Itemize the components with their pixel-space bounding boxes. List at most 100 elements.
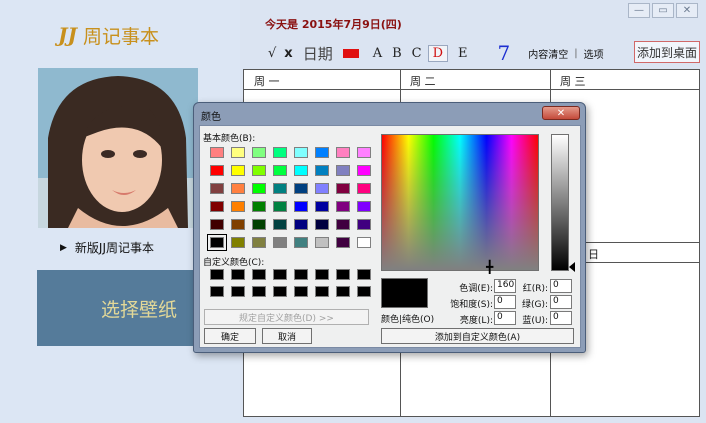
basic-color-swatch[interactable] [336, 237, 350, 248]
date-button[interactable]: 日期 [303, 43, 333, 64]
slider-arrow-icon[interactable] [569, 262, 575, 272]
basic-color-swatch[interactable] [210, 165, 224, 176]
basic-color-swatch[interactable] [207, 234, 227, 251]
basic-color-swatch[interactable] [315, 201, 329, 212]
green-input[interactable]: 0 [550, 295, 572, 309]
basic-color-swatch[interactable] [315, 165, 329, 176]
basic-color-swatch[interactable] [210, 147, 224, 158]
color-c-button[interactable]: C [412, 46, 422, 61]
custom-color-swatch[interactable] [294, 286, 308, 297]
basic-color-swatch[interactable] [231, 147, 245, 158]
ok-button[interactable]: 确定 [204, 328, 256, 344]
color-a-button[interactable]: A [373, 46, 382, 61]
custom-color-swatch[interactable] [357, 286, 371, 297]
basic-color-swatch[interactable] [252, 147, 266, 158]
basic-color-swatch[interactable] [210, 201, 224, 212]
basic-color-swatch[interactable] [273, 219, 287, 230]
color-dialog: 颜色 ✕ 基本颜色(B): 自定义颜色(C): 规定自定义颜色(D) >> 确定… [193, 102, 586, 353]
basic-color-swatch[interactable] [357, 219, 371, 230]
custom-color-swatch[interactable] [315, 286, 329, 297]
options-button[interactable]: 选项 [584, 46, 604, 61]
luminance-slider[interactable] [551, 134, 569, 271]
custom-colors-label: 自定义颜色(C): [203, 258, 265, 268]
basic-color-swatch[interactable] [294, 201, 308, 212]
custom-color-swatch[interactable] [210, 269, 224, 280]
basic-color-swatch[interactable] [273, 147, 287, 158]
saturation-input[interactable]: 0 [494, 295, 516, 309]
maximize-icon[interactable]: ▭ [652, 3, 674, 18]
basic-color-swatch[interactable] [294, 237, 308, 248]
basic-color-swatch[interactable] [252, 183, 266, 194]
basic-color-swatch[interactable] [273, 183, 287, 194]
basic-color-swatch[interactable] [252, 201, 266, 212]
basic-color-swatch[interactable] [315, 183, 329, 194]
cancel-button[interactable]: 取消 [262, 328, 312, 344]
grid-line [244, 89, 699, 90]
custom-color-swatch[interactable] [336, 286, 350, 297]
hue-input[interactable]: 160 [494, 279, 516, 293]
luminance-input[interactable]: 0 [494, 311, 516, 325]
check-button[interactable]: √ [268, 46, 276, 61]
dialog-close-button[interactable]: ✕ [542, 106, 580, 120]
define-custom-colors-button[interactable]: 规定自定义颜色(D) >> [204, 309, 369, 325]
custom-color-swatch[interactable] [273, 286, 287, 297]
blue-input[interactable]: 0 [550, 311, 572, 325]
clear-content-button[interactable]: 内容清空 [528, 46, 568, 61]
basic-color-swatch[interactable] [357, 165, 371, 176]
custom-color-swatch[interactable] [336, 269, 350, 280]
color-spectrum[interactable] [381, 134, 539, 271]
saturation-label: 饱和度(S): [450, 300, 493, 310]
basic-color-swatch[interactable] [336, 183, 350, 194]
add-to-desktop-button[interactable]: 添加到桌面 [634, 41, 700, 63]
close-x-button[interactable]: x [284, 46, 292, 61]
custom-color-swatch[interactable] [357, 269, 371, 280]
basic-color-swatch[interactable] [231, 183, 245, 194]
basic-color-swatch[interactable] [336, 165, 350, 176]
basic-color-swatch[interactable] [315, 219, 329, 230]
basic-color-swatch[interactable] [294, 183, 308, 194]
basic-color-swatch[interactable] [231, 237, 245, 248]
custom-color-swatch[interactable] [210, 286, 224, 297]
triangle-right-icon: ▶ [60, 242, 67, 253]
basic-color-swatch[interactable] [252, 165, 266, 176]
basic-color-swatch[interactable] [210, 219, 224, 230]
custom-color-swatch[interactable] [252, 269, 266, 280]
basic-color-swatch[interactable] [252, 219, 266, 230]
basic-color-swatch[interactable] [315, 147, 329, 158]
basic-color-swatch[interactable] [273, 165, 287, 176]
basic-color-swatch[interactable] [210, 183, 224, 194]
custom-color-swatch[interactable] [315, 269, 329, 280]
basic-color-swatch[interactable] [357, 237, 371, 248]
basic-color-swatch[interactable] [357, 147, 371, 158]
basic-color-swatch[interactable] [336, 147, 350, 158]
basic-color-swatch[interactable] [231, 219, 245, 230]
basic-color-swatch[interactable] [231, 201, 245, 212]
basic-color-swatch[interactable] [294, 165, 308, 176]
red-color-swatch[interactable] [342, 48, 359, 58]
basic-color-swatch[interactable] [252, 237, 266, 248]
minimize-icon[interactable]: — [628, 3, 650, 18]
basic-color-swatch[interactable] [336, 201, 350, 212]
basic-color-swatch[interactable] [294, 219, 308, 230]
basic-color-swatch[interactable] [357, 201, 371, 212]
custom-color-swatch[interactable] [252, 286, 266, 297]
color-e-button[interactable]: E [458, 46, 468, 61]
color-d-button[interactable]: D [427, 44, 449, 62]
basic-color-swatch[interactable] [357, 183, 371, 194]
custom-color-swatch[interactable] [294, 269, 308, 280]
basic-color-swatch[interactable] [315, 237, 329, 248]
promo-link[interactable]: ▶ 新版JJ周记事本 [60, 239, 154, 256]
basic-color-swatch[interactable] [336, 219, 350, 230]
custom-color-swatch[interactable] [273, 269, 287, 280]
close-icon[interactable]: ✕ [676, 3, 698, 18]
add-custom-color-button[interactable]: 添加到自定义颜色(A) [381, 328, 574, 344]
custom-color-swatch[interactable] [231, 286, 245, 297]
color-b-button[interactable]: B [392, 46, 402, 61]
custom-color-swatch[interactable] [231, 269, 245, 280]
basic-color-swatch[interactable] [294, 147, 308, 158]
basic-color-swatch[interactable] [273, 201, 287, 212]
logo-text: 周记事本 [82, 25, 159, 48]
red-input[interactable]: 0 [550, 279, 572, 293]
basic-color-swatch[interactable] [273, 237, 287, 248]
basic-color-swatch[interactable] [231, 165, 245, 176]
